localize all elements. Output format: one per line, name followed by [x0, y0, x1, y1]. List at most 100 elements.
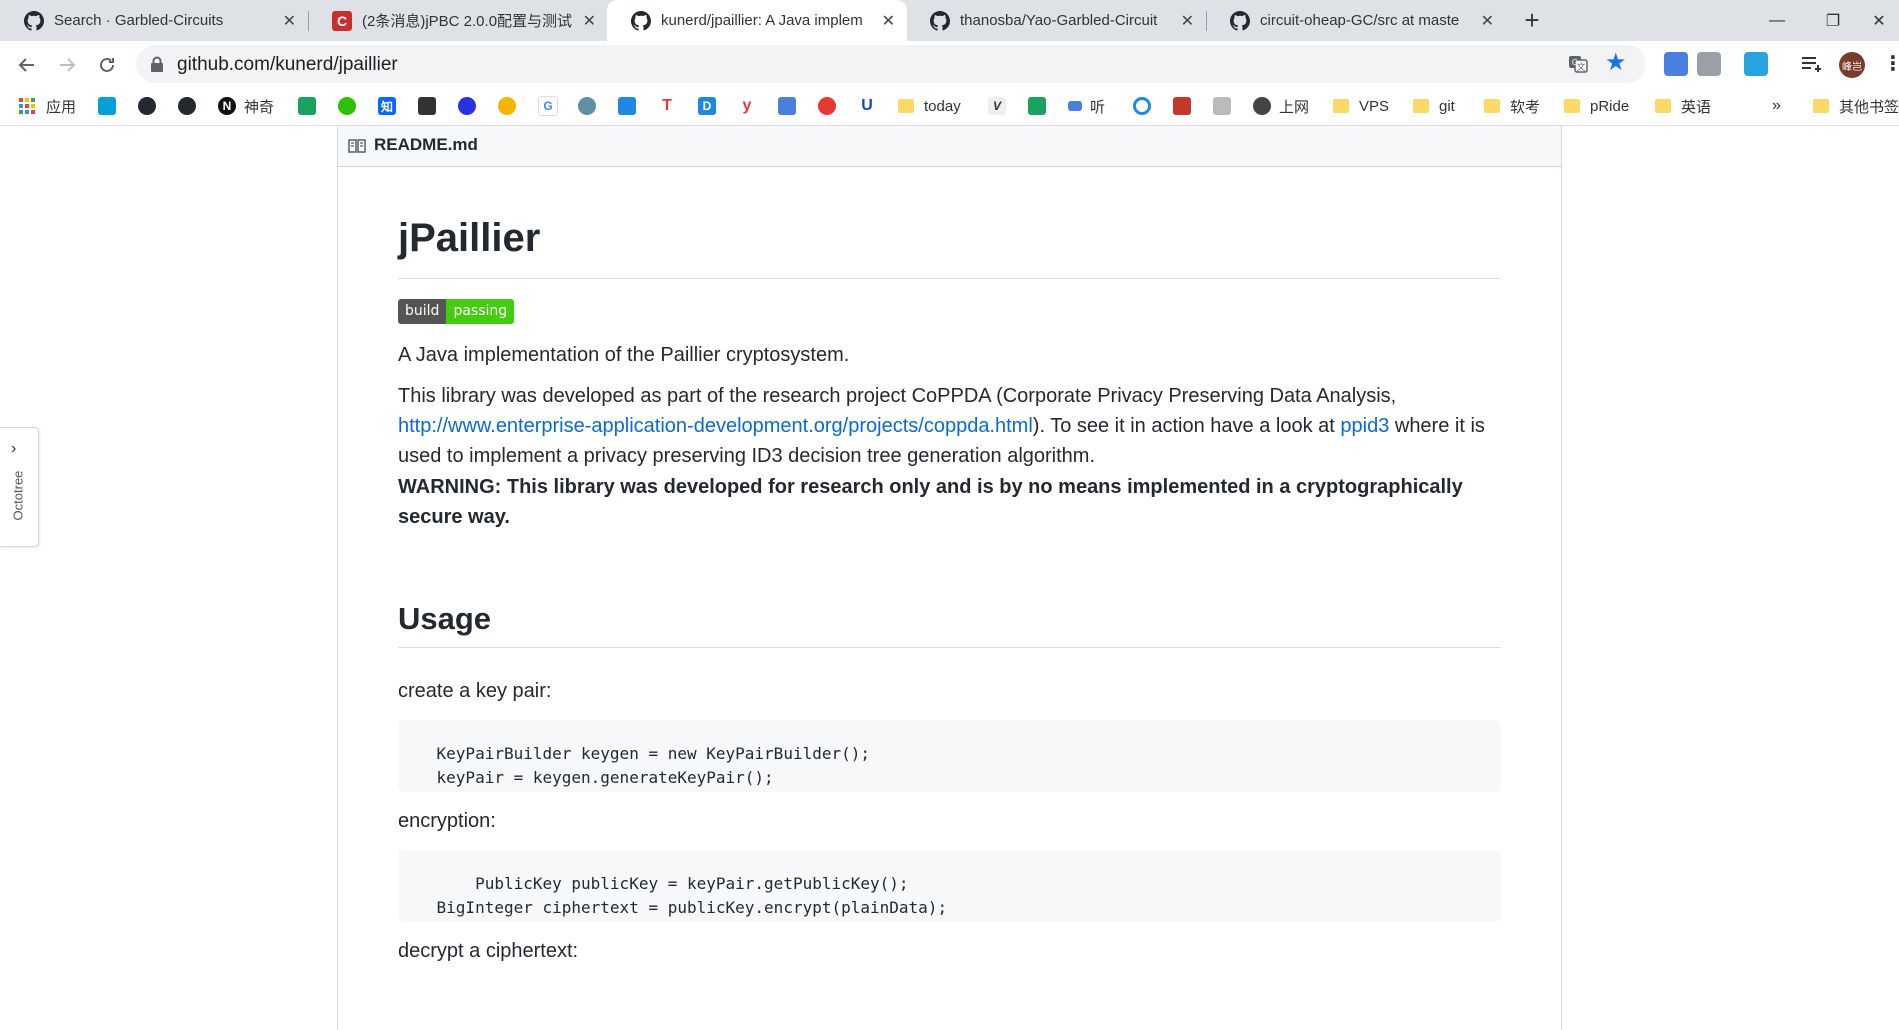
bookmark-github-1[interactable] [138, 95, 156, 117]
bookmark-label: 其他书签 [1839, 98, 1899, 116]
bookmark-t[interactable]: T [658, 95, 676, 117]
close-tab-icon[interactable]: ✕ [283, 11, 296, 31]
bookmark-arch[interactable] [578, 95, 596, 117]
bookmark-folder-today[interactable]: today [898, 95, 961, 117]
bookmark-bilibili[interactable] [98, 95, 116, 117]
tab-yao-garbled-circuit[interactable]: thanosba/Yao-Garbled-Circuit ✕ [906, 0, 1206, 41]
chevron-right-icon: › [11, 440, 17, 457]
bookmark-folder-ruankao[interactable]: 软考 [1484, 95, 1540, 117]
tab-strip: Search · Garbled-Circuits ✕ C (2条消息)jPBC… [0, 0, 1899, 41]
close-tab-icon[interactable]: ✕ [1181, 11, 1194, 31]
tab-circuit-oheap-gc[interactable]: circuit-oheap-GC/src at maste ✕ [1206, 0, 1506, 41]
bookmark-google[interactable]: G [538, 95, 558, 117]
bookmark-v[interactable]: V [988, 95, 1006, 117]
translate-icon [778, 97, 796, 115]
bookmark-github-2[interactable] [178, 95, 196, 117]
minimize-button[interactable]: — [1747, 0, 1807, 41]
bookmark-baidu[interactable] [458, 95, 476, 117]
close-window-button[interactable]: ✕ [1859, 0, 1899, 41]
build-status-badge[interactable]: build passing [398, 299, 515, 324]
bookmark-leaf[interactable] [298, 95, 316, 117]
intro-paragraph: A Java implementation of the Paillier cr… [398, 344, 850, 366]
bookmark-label: git [1439, 97, 1455, 115]
bookmark-ting[interactable]: 听 [1068, 95, 1105, 117]
new-tab-button[interactable]: + [1518, 6, 1546, 34]
bookmark-circle[interactable] [1133, 95, 1151, 117]
extension-icon[interactable] [1697, 52, 1721, 76]
bookmark-folder-vps[interactable]: VPS [1333, 95, 1389, 117]
octotree-toggle[interactable]: › Octotree [0, 427, 39, 547]
bookmark-label: pRide [1590, 97, 1630, 115]
badge-status: passing [446, 299, 515, 324]
bookmark-folder-other[interactable]: 其他书签 [1813, 95, 1899, 117]
bookmark-translate[interactable] [778, 95, 796, 117]
tab-title: Search · Garbled-Circuits [54, 12, 224, 29]
bookmark-home[interactable] [1213, 95, 1231, 117]
profile-avatar[interactable]: 峰岂 [1839, 52, 1865, 78]
close-tab-icon[interactable]: ✕ [882, 11, 895, 31]
close-tab-icon[interactable]: ✕ [583, 11, 596, 31]
tab-jpbc-config[interactable]: C (2条消息)jPBC 2.0.0配置与测试 ✕ [308, 0, 608, 41]
bookmark-cc[interactable] [818, 95, 836, 117]
bookmark-u[interactable]: U [858, 95, 876, 117]
encryption-code-block[interactable]: PublicKey publicKey = keyPair.getPublicK… [398, 850, 1501, 922]
forward-button[interactable] [51, 49, 83, 81]
zhihu-icon: 知 [378, 97, 396, 115]
bookmark-wave[interactable] [618, 95, 636, 117]
keypair-code-block[interactable]: KeyPairBuilder keygen = new KeyPairBuild… [398, 720, 1501, 792]
browser-menu-button[interactable]: ⋮ [1883, 50, 1899, 78]
bookmarks-bar: 应用 N 神奇 知 G T D y U today V 听 上网 VPS git [0, 88, 1899, 126]
edge-icon [498, 97, 516, 115]
book-icon [348, 139, 366, 153]
address-bar[interactable]: github.com/kunerd/jpaillier 文G ★ [136, 45, 1646, 83]
folder-icon [898, 99, 914, 113]
tab-jpaillier[interactable]: kunerd/jpaillier: A Java implem ✕ [607, 0, 907, 41]
bookmark-d[interactable]: D [698, 95, 716, 117]
usage-heading: Usage [398, 601, 492, 636]
bookmark-zhihu[interactable]: 知 [378, 95, 396, 117]
readme-header: README.md [338, 126, 1561, 167]
encryption-label: encryption: [398, 810, 496, 832]
bookmark-shield[interactable] [1173, 95, 1191, 117]
bookmark-edge[interactable] [498, 95, 516, 117]
decrypt-label: decrypt a ciphertext: [398, 940, 579, 962]
listen-icon [1068, 101, 1082, 111]
shield-icon [1173, 97, 1191, 115]
bookmark-shangwang[interactable]: 上网 [1253, 95, 1309, 117]
ppid3-link[interactable]: ppid3 [1340, 415, 1389, 437]
bookmark-label: 听 [1090, 98, 1106, 116]
bookmark-star-icon[interactable]: ★ [1605, 51, 1627, 75]
coppda-link[interactable]: http://www.enterprise-application-develo… [398, 415, 1033, 437]
reading-list-icon[interactable] [1799, 52, 1823, 76]
tab-title: thanosba/Yao-Garbled-Circuit [960, 12, 1158, 29]
folder-icon [1413, 99, 1429, 113]
bookmark-leaf-2[interactable] [1028, 95, 1046, 117]
screenshot-extension-icon[interactable] [1744, 52, 1768, 76]
bookmark-apps[interactable]: 应用 [18, 95, 76, 117]
bookmark-label: today [924, 97, 961, 115]
reload-icon [100, 57, 114, 72]
bookmark-youdao[interactable]: y [738, 95, 756, 117]
bookmarks-overflow-button[interactable]: » [1772, 95, 1781, 117]
restore-button[interactable]: ❐ [1803, 0, 1863, 41]
close-tab-icon[interactable]: ✕ [1481, 11, 1494, 31]
bookmark-tool[interactable] [418, 95, 436, 117]
bookmark-shenqi[interactable]: N 神奇 [218, 95, 274, 117]
folder-icon [1655, 99, 1671, 113]
readme-title: jPaillier [398, 216, 541, 260]
browser-toolbar: github.com/kunerd/jpaillier 文G ★ 峰岂 ⋮ [0, 41, 1899, 88]
github-icon [178, 97, 196, 115]
readme-container: README.md jPaillier build passing A Java… [337, 126, 1562, 1030]
translate-icon[interactable]: 文G [1568, 54, 1588, 74]
google-translate-extension-icon[interactable] [1664, 52, 1688, 76]
bookmark-folder-pride[interactable]: pRide [1564, 95, 1629, 117]
bookmark-folder-git[interactable]: git [1413, 95, 1455, 117]
divider [398, 278, 1501, 279]
back-button[interactable] [11, 49, 43, 81]
reload-button[interactable] [91, 49, 123, 81]
url-text: github.com/kunerd/jpaillier [177, 54, 398, 75]
circle-icon [1133, 97, 1151, 115]
tab-search-garbled-circuits[interactable]: Search · Garbled-Circuits ✕ [0, 0, 308, 41]
bookmark-folder-yingyu[interactable]: 英语 [1655, 95, 1711, 117]
bookmark-wechat[interactable] [338, 95, 356, 117]
